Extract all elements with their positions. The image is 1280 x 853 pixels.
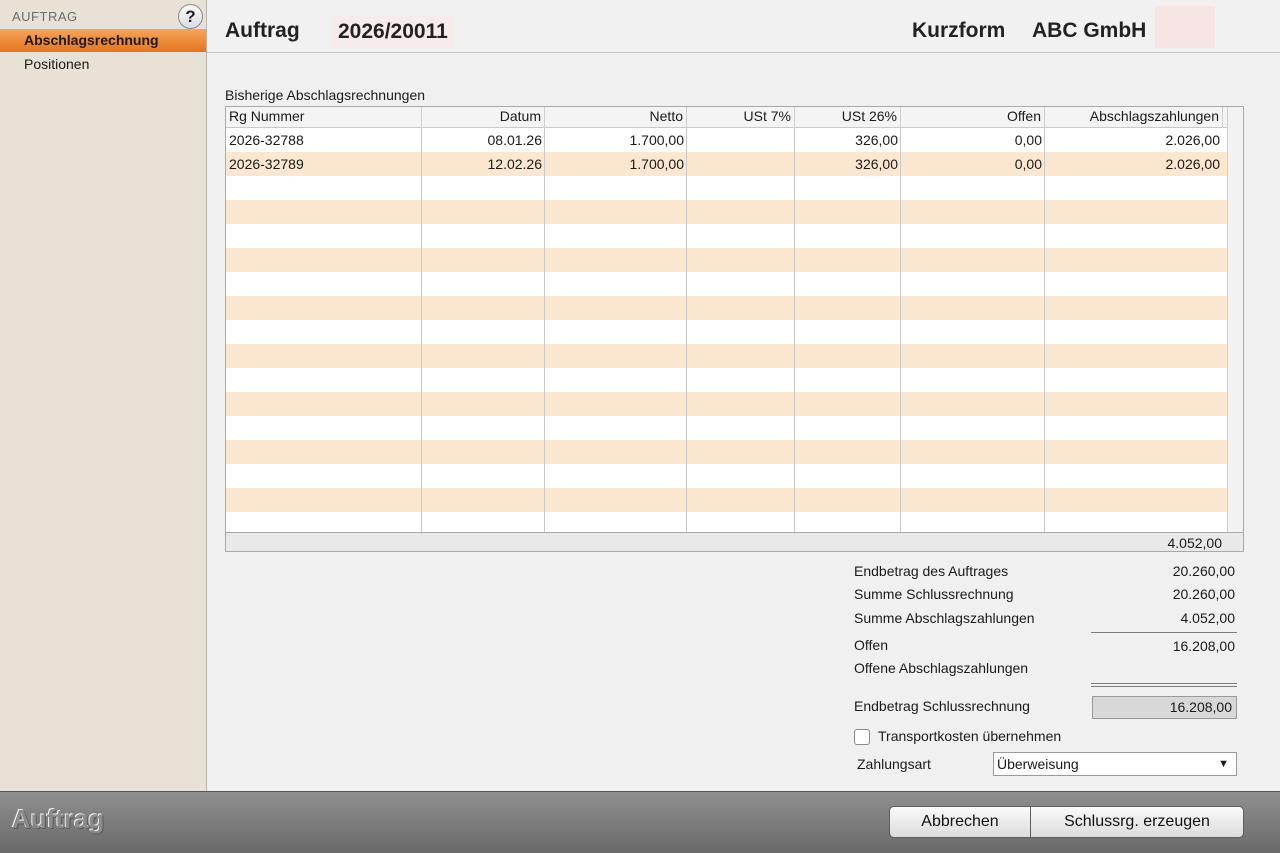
table-footer: 4.052,00 <box>226 532 1243 551</box>
table-total: 4.052,00 <box>1167 535 1223 551</box>
kurzform-value: ABC GmbH <box>1032 19 1147 42</box>
table-row[interactable] <box>226 464 1227 488</box>
cell-ust7 <box>687 128 795 152</box>
summary-separator <box>1091 686 1237 687</box>
zahlungsart-select[interactable]: Überweisung ▼ <box>993 752 1237 776</box>
table-title: Bisherige Abschlagsrechnungen <box>225 87 426 103</box>
cell-abschlagszahlungen: 2.026,00 <box>1165 156 1221 172</box>
sidebar: AUFTRAG ? Abschlagsrechnung Positionen <box>0 0 207 791</box>
abschlagsrechnungen-table[interactable]: Rg Nummer Datum Netto USt 7% USt 26% Off… <box>225 106 1244 552</box>
cell-offen: 0,00 <box>1014 156 1042 172</box>
table-row[interactable]: 2026-32788 08.01.26 1.700,00 326,00 0,00 2.02… <box>226 128 1227 152</box>
col-abschlagszahlungen[interactable]: Abschlagszahlungen <box>1045 107 1223 128</box>
table-row[interactable] <box>226 272 1227 296</box>
kurzform-label: Kurzform <box>912 19 1006 42</box>
endbetrag-schluss-field[interactable]: 16.208,00 <box>1092 696 1237 719</box>
transport-label[interactable]: Transportkosten übernehmen <box>878 728 1061 744</box>
offen-label: Offen <box>854 637 888 653</box>
table-row[interactable] <box>226 176 1227 200</box>
zahlungsart-value: Überweisung <box>997 756 1079 772</box>
cell-abschlagszahlungen: 2.026,00 <box>1165 132 1221 148</box>
auftrag-label: Auftrag <box>225 19 300 42</box>
main-content: Bisherige Abschlagsrechnungen Rg Nummer … <box>207 54 1280 791</box>
column-divider <box>1044 128 1045 532</box>
col-rg-nummer[interactable]: Rg Nummer <box>226 107 422 128</box>
table-row[interactable] <box>226 392 1227 416</box>
help-icon[interactable]: ? <box>178 4 203 29</box>
offene-abschlag-label: Offene Abschlagszahlungen <box>854 660 1029 676</box>
table-row[interactable] <box>226 344 1227 368</box>
summe-schluss-value: 20.260,00 <box>1172 586 1235 602</box>
column-divider <box>544 128 545 532</box>
auftrag-number: 2026/20011 <box>332 16 454 48</box>
table-row[interactable] <box>226 224 1227 248</box>
summary-separator <box>1091 632 1237 633</box>
table-header: Rg Nummer Datum Netto USt 7% USt 26% Off… <box>226 107 1227 128</box>
table-row[interactable] <box>226 320 1227 344</box>
table-body: 2026-32788 08.01.26 1.700,00 326,00 0,00 2.02… <box>226 128 1227 536</box>
sidebar-item-abschlagsrechnung[interactable]: Abschlagsrechnung <box>0 29 206 52</box>
endbetrag-schluss-label: Endbetrag Schlussrechnung <box>854 698 1030 714</box>
endbetrag-auftrag-value: 20.260,00 <box>1172 563 1235 579</box>
cell-ust26: 326,00 <box>855 156 898 172</box>
cell-netto: 1.700,00 <box>629 156 685 172</box>
summary-separator <box>1091 683 1237 684</box>
footer-title: Auftrag <box>12 804 105 834</box>
header-highlight <box>1155 6 1215 48</box>
col-datum[interactable]: Datum <box>422 107 545 128</box>
cancel-button[interactable]: Abbrechen <box>889 806 1031 838</box>
table-row[interactable] <box>226 296 1227 320</box>
create-final-invoice-button[interactable]: Schlussrg. erzeugen <box>1031 806 1244 838</box>
column-divider <box>900 128 901 532</box>
cell-offen: 0,00 <box>1014 132 1042 148</box>
column-divider <box>794 128 795 532</box>
zahlungsart-label: Zahlungsart <box>857 756 931 772</box>
endbetrag-auftrag-label: Endbetrag des Auftrages <box>854 563 1009 579</box>
cell-ust7 <box>687 152 795 176</box>
offen-value: 16.208,00 <box>1172 638 1235 654</box>
cell-rg-nummer: 2026-32788 <box>229 132 304 148</box>
chevron-down-icon: ▼ <box>1218 758 1229 770</box>
footer: Auftrag Abbrechen Schlussrg. erzeugen <box>0 791 1280 853</box>
col-offen[interactable]: Offen <box>901 107 1045 128</box>
table-row[interactable] <box>226 200 1227 224</box>
cell-ust26: 326,00 <box>855 132 898 148</box>
header: Auftrag 2026/20011 Kurzform ABC GmbH <box>207 0 1280 53</box>
table-row[interactable] <box>226 440 1227 464</box>
column-divider <box>686 128 687 532</box>
col-ust26[interactable]: USt 26% <box>795 107 901 128</box>
cell-netto: 1.700,00 <box>629 132 685 148</box>
cell-datum: 12.02.26 <box>487 156 543 172</box>
table-row[interactable] <box>226 488 1227 512</box>
sidebar-item-positionen[interactable]: Positionen <box>0 53 206 76</box>
table-scrollbar[interactable] <box>1227 107 1243 532</box>
summe-abschlag-value: 4.052,00 <box>1180 610 1236 626</box>
sidebar-section-title: AUFTRAG <box>12 9 78 24</box>
cell-datum: 08.01.26 <box>487 132 543 148</box>
cell-rg-nummer: 2026-32789 <box>229 156 304 172</box>
table-row[interactable] <box>226 416 1227 440</box>
table-row[interactable] <box>226 248 1227 272</box>
column-divider <box>421 128 422 532</box>
col-netto[interactable]: Netto <box>545 107 687 128</box>
table-row[interactable] <box>226 368 1227 392</box>
summe-abschlag-label: Summe Abschlagszahlungen <box>854 610 1035 626</box>
summe-schluss-label: Summe Schlussrechnung <box>854 586 1014 602</box>
transport-checkbox[interactable] <box>854 729 870 745</box>
col-ust7[interactable]: USt 7% <box>687 107 795 128</box>
table-row[interactable]: 2026-32789 12.02.26 1.700,00 326,00 0,00 2.02… <box>226 152 1227 176</box>
